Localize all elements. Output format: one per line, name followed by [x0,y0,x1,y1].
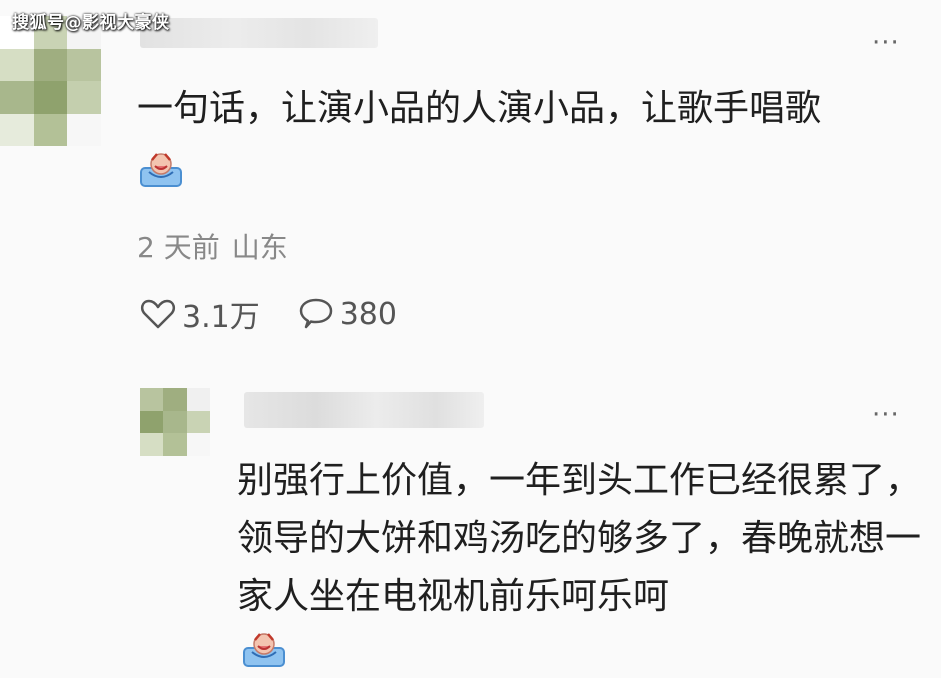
reply-text: 别强行上价值，一年到头工作已经很累了，领导的大饼和鸡汤吃的够多了，春晚就想一家人… [237,460,922,617]
comment-location: 山东 [231,231,288,264]
reply-username-blurred[interactable] [244,392,484,428]
comment-bubble-icon [299,298,332,329]
like-button[interactable]: 3.1万 [140,292,260,336]
laughing-crying-emoji [140,153,182,187]
reply-avatar[interactable] [140,388,210,456]
avatar[interactable] [0,16,101,146]
comment-meta: 2 天前 山东 [137,226,288,266]
heart-icon [140,299,176,329]
laughing-crying-emoji [243,633,285,667]
username-blurred[interactable] [140,18,378,48]
more-options-icon[interactable]: ··· [872,30,900,56]
reply-count: 380 [339,296,397,332]
comment-actions: 3.1万 380 [140,292,397,336]
reply-more-options-icon[interactable]: ··· [872,402,900,428]
comment-text: 一句话，让演小品的人演小品，让歌手唱歌 [137,88,822,129]
watermark: 搜狐号@影视大豪侠 [12,13,170,33]
comment-time: 2 天前 [137,231,220,264]
reply-button[interactable]: 380 [298,297,397,332]
like-count: 3.1万 [182,300,260,335]
